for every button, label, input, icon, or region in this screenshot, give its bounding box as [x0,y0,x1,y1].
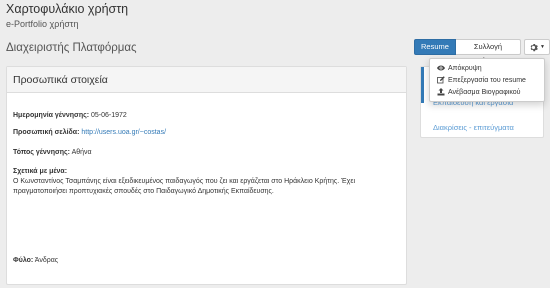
personal-info-panel: Προσωπικά στοιχεία Ημερομηνία γέννησης: … [6,66,407,285]
birthplace-value: Αθήνα [71,149,92,156]
homepage-link[interactable]: http://users.uoa.gr/~costas/ [81,129,166,136]
upload-icon [437,88,445,96]
section-title: Διαχειριστής Πλατφόρμας [6,42,137,54]
dropdown-item-hide-label: Απόκρυψη [448,64,482,72]
page-subtitle: e-Portfolio χρήστη [6,19,79,29]
dropdown-item-edit-resume-label: Επεξεργασία του resume [448,76,526,84]
gender-label: Φύλο: [13,257,34,264]
about-text: Ο Κωνσταντίνος Τσαμπάνης είναι εξειδικευ… [13,178,356,195]
dropdown-item-upload-cv-label: Ανέβασμα Βιογραφικού [448,88,521,96]
homepage-field: Προσωπική σελίδα: http://users.uoa.gr/~c… [13,129,166,136]
dropdown-item-hide[interactable]: Απόκρυψη [430,62,544,74]
edit-icon [437,76,445,84]
page-title: Χαρτοφυλάκιο χρήστη [6,2,129,16]
gender-field: Φύλο: Άνδρας [13,257,58,264]
gear-icon [530,43,538,51]
gender-value: Άνδρας [34,257,59,264]
caret-down-icon: ▼ [540,44,545,50]
birthdate-label: Ημερομηνία γέννησης: [13,112,90,119]
birthplace-label: Τόπος γέννησης: [13,149,71,156]
personal-info-heading: Προσωπικά στοιχεία [7,67,406,93]
resume-button[interactable]: Resume [414,39,456,55]
side-nav-item-awards[interactable]: Διακρίσεις - επιτεύγματα [433,123,514,132]
about-field: Σχετικά με μένα: [13,168,67,175]
settings-dropdown-button[interactable]: ▼ [524,39,550,55]
toolbar: Resume Συλλογή πόρων ▼ [414,39,550,65]
birthplace-field: Τόπος γέννησης: Αθήνα [13,149,92,156]
birthdate-field: Ημερομηνία γέννησης: 05-06-1972 [13,112,127,119]
side-nav-active-indicator [421,67,424,103]
birthdate-value: 05-06-1972 [91,112,127,119]
dropdown-item-edit-resume[interactable]: Επεξεργασία του resume [430,74,544,86]
resource-collection-button[interactable]: Συλλογή πόρων [455,39,522,65]
about-label: Σχετικά με μένα: [13,168,68,175]
dropdown-item-upload-cv[interactable]: Ανέβασμα Βιογραφικού [430,86,544,98]
homepage-label: Προσωπική σελίδα: [13,129,80,136]
settings-dropdown-menu: Απόκρυψη Επεξεργασία του resume Ανέβασμα… [429,58,545,102]
eye-icon [437,65,445,71]
